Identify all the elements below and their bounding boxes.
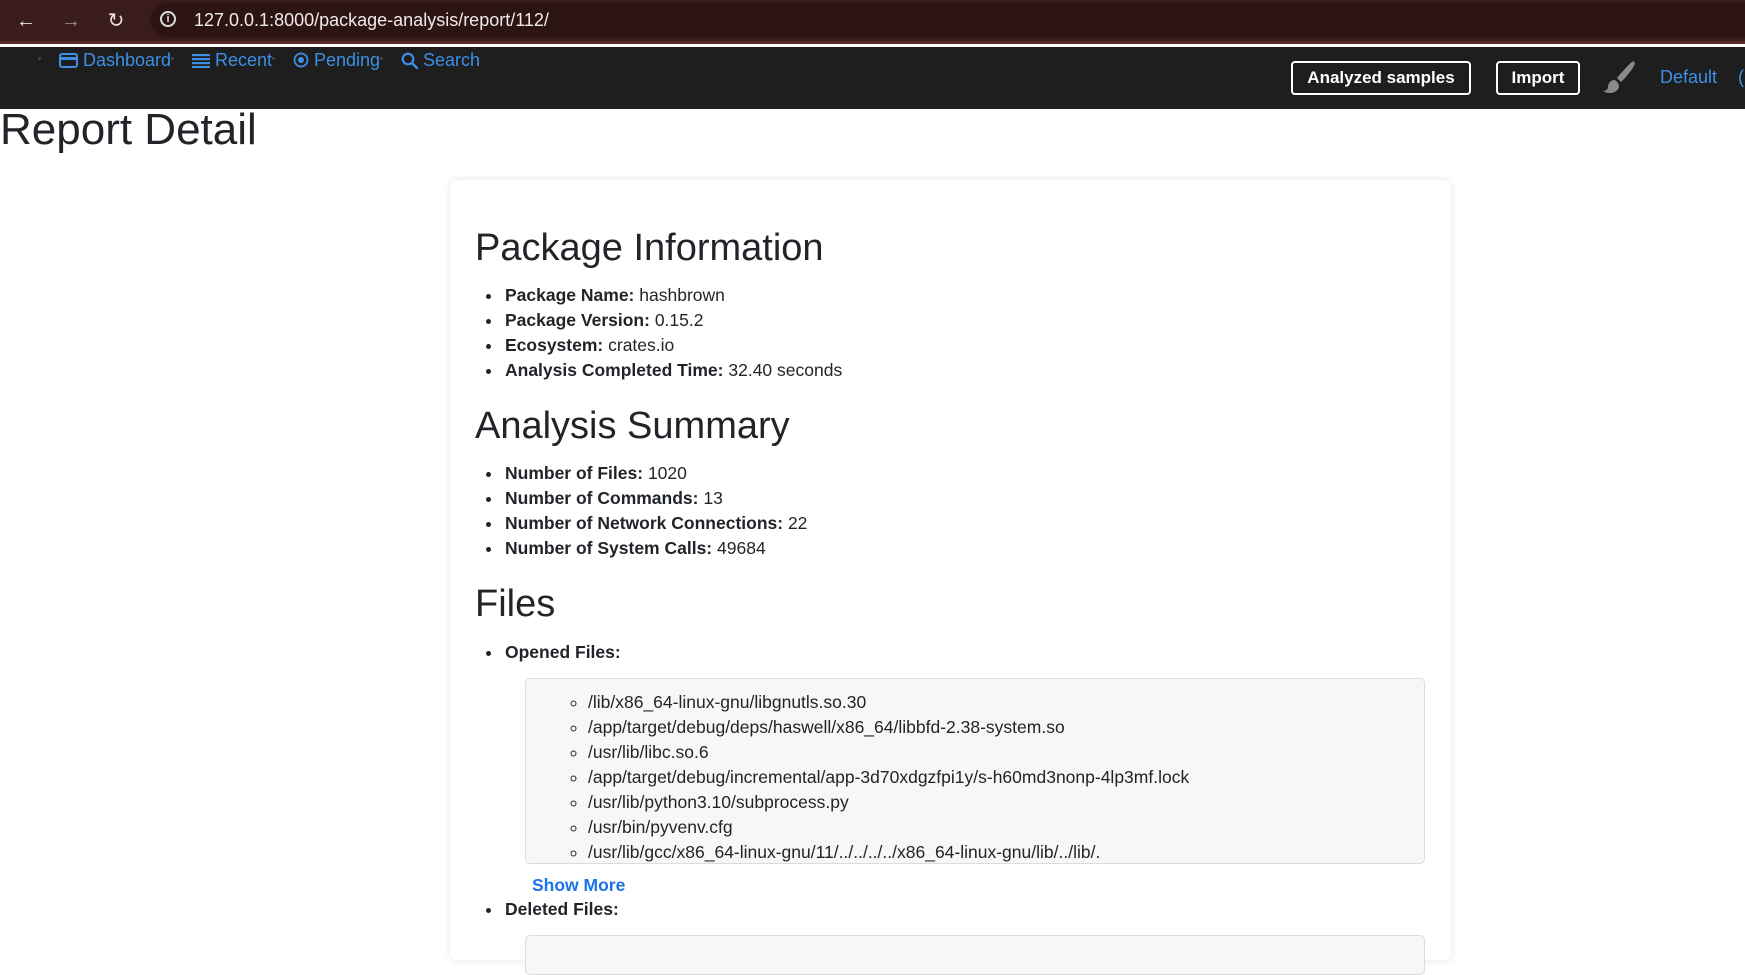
nav-link-dashboard[interactable]: Dashboard — [59, 49, 171, 71]
package-info-heading: Package Information — [475, 227, 824, 269]
list-item: Number of System Calls: 49684 — [503, 536, 807, 561]
field-label: Package Name: — [505, 285, 635, 305]
info-icon[interactable]: i — [160, 11, 176, 27]
nav-separator-dot — [380, 57, 383, 60]
file-path-item: /app/target/debug/incremental/app-3d70xd… — [588, 765, 1424, 790]
list-item: Opened Files: — [503, 640, 621, 665]
file-path-item: /usr/lib/gcc/x86_64-linux-gnu/11/../../.… — [588, 840, 1424, 863]
nav-link-label: Dashboard — [83, 49, 172, 70]
list-item: Analysis Completed Time: 32.40 seconds — [503, 358, 842, 383]
field-label: Ecosystem: — [505, 335, 604, 355]
file-path-item: /usr/lib/python3.10/subprocess.py — [588, 790, 1424, 815]
list-item: Package Version: 0.15.2 — [503, 308, 842, 333]
nav-link-label: Search — [423, 49, 481, 70]
show-more-button[interactable]: Show More — [532, 875, 625, 896]
analysis-summary-list: Number of Files: 1020 Number of Commands… — [480, 461, 807, 561]
list-item: Package Name: hashbrown — [503, 283, 842, 308]
reload-icon[interactable]: ↻ — [101, 6, 131, 36]
analysis-summary-heading: Analysis Summary — [475, 405, 790, 447]
deleted-files-list: Deleted Files: — [480, 897, 619, 922]
field-label: Number of Commands: — [505, 488, 699, 508]
files-count-value: 1020 — [647, 463, 687, 483]
files-heading: Files — [475, 583, 556, 625]
deleted-files-label: Deleted Files: — [505, 899, 619, 919]
list-item: Number of Commands: 13 — [503, 486, 807, 511]
list-item: Number of Files: 1020 — [503, 461, 807, 486]
analysis-time-value: 32.40 seconds — [728, 360, 843, 380]
package-info-list: Package Name: hashbrown Package Version:… — [480, 283, 842, 383]
forward-arrow-icon[interactable]: → — [56, 6, 86, 36]
nav-link-label: Recent — [215, 49, 273, 70]
package-name-value: hashbrown — [639, 285, 725, 305]
commands-count-value: 13 — [703, 488, 723, 508]
package-version-value: 0.15.2 — [654, 310, 704, 330]
nav-separator-dot — [38, 57, 41, 60]
opened-files-box[interactable]: /lib/x86_64-linux-gnu/libgnutls.so.30 /a… — [525, 678, 1425, 864]
browser-toolbar: ← → ↻ i 127.0.0.1:8000/package-analysis/… — [0, 0, 1745, 44]
ecosystem-value: crates.io — [608, 335, 675, 355]
analyzed-samples-button[interactable]: Analyzed samples — [1291, 61, 1471, 95]
field-label: Number of Files: — [505, 463, 644, 483]
theme-caret-icon[interactable]: ( — [1738, 67, 1744, 88]
field-label: Number of System Calls: — [505, 538, 713, 558]
nav-separator-dot — [171, 57, 174, 60]
report-card: Package Information Package Name: hashbr… — [450, 180, 1451, 975]
field-label: Analysis Completed Time: — [505, 360, 724, 380]
list-item: Number of Network Connections: 22 — [503, 511, 807, 536]
paint-brush-icon[interactable] — [1602, 59, 1636, 95]
opened-files-list: /lib/x86_64-linux-gnu/libgnutls.so.30 /a… — [526, 679, 1424, 863]
files-list: Opened Files: — [480, 640, 621, 665]
file-path-item: /usr/bin/pyvenv.cfg — [588, 815, 1424, 840]
search-icon — [401, 52, 418, 69]
record-icon — [293, 52, 309, 68]
back-arrow-icon[interactable]: ← — [11, 6, 41, 36]
syscalls-count-value: 49684 — [717, 538, 766, 558]
page-title: Report Detail — [0, 105, 257, 154]
nav-link-pending[interactable]: Pending — [293, 49, 380, 71]
opened-files-label: Opened Files: — [505, 642, 621, 662]
address-bar[interactable]: i 127.0.0.1:8000/package-analysis/report… — [150, 3, 1745, 37]
deleted-files-box[interactable] — [525, 935, 1425, 975]
field-label: Number of Network Connections: — [505, 513, 784, 533]
import-button[interactable]: Import — [1496, 61, 1580, 95]
file-path-item: /lib/x86_64-linux-gnu/libgnutls.so.30 — [588, 690, 1424, 715]
app-navbar: Dashboard Recent Pending Search Analyzed… — [0, 47, 1745, 109]
list-item: Deleted Files: — [503, 897, 619, 922]
nav-link-label: Pending — [314, 49, 381, 70]
file-path-item: /app/target/debug/deps/haswell/x86_64/li… — [588, 715, 1424, 740]
list-item: Ecosystem: crates.io — [503, 333, 842, 358]
credit-card-icon — [59, 52, 78, 68]
theme-selector[interactable]: Default — [1660, 67, 1717, 88]
nav-separator-dot — [272, 57, 275, 60]
nav-link-recent[interactable]: Recent — [192, 49, 272, 71]
nav-link-search[interactable]: Search — [401, 49, 480, 71]
url-text[interactable]: 127.0.0.1:8000/package-analysis/report/1… — [194, 10, 549, 31]
network-count-value: 22 — [787, 513, 808, 533]
list-icon — [192, 53, 210, 68]
file-path-item: /usr/lib/libc.so.6 — [588, 740, 1424, 765]
field-label: Package Version: — [505, 310, 650, 330]
